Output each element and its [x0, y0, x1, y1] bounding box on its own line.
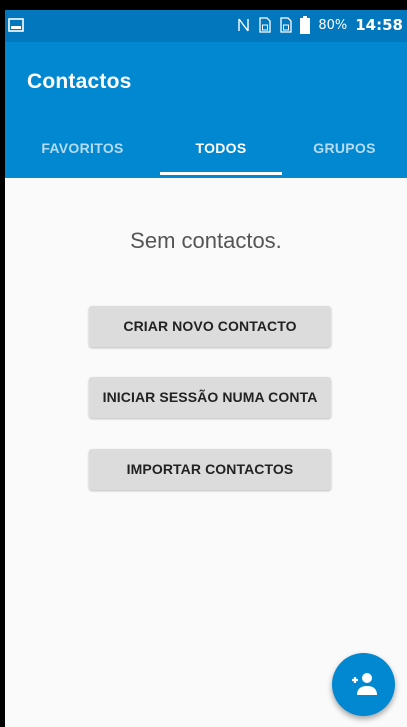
- image-icon: [8, 18, 24, 32]
- tab-favoritos[interactable]: FAVORITOS: [5, 120, 160, 178]
- page-title: Contactos: [27, 70, 132, 93]
- sim-icon: [280, 17, 292, 33]
- tab-grupos[interactable]: GRUPOS: [282, 120, 407, 178]
- tab-bar: FAVORITOS TODOS GRUPOS: [5, 120, 407, 178]
- tab-todos[interactable]: TODOS: [160, 120, 282, 178]
- empty-state-message: Sem contactos.: [130, 228, 282, 253]
- device-screen: 80% 14:58 Contactos FAVORITOS TODOS GRUP…: [5, 10, 407, 727]
- sign-in-account-button[interactable]: INICIAR SESSÃO NUMA CONTA: [89, 377, 331, 418]
- import-contacts-button[interactable]: IMPORTAR CONTACTOS: [89, 449, 331, 490]
- tab-indicator: [160, 172, 282, 175]
- nfc-icon: [238, 18, 250, 32]
- create-contact-button[interactable]: CRIAR NOVO CONTACTO: [89, 306, 331, 347]
- status-bar: 80% 14:58: [5, 10, 407, 42]
- app-bar: Contactos FAVORITOS TODOS GRUPOS: [5, 42, 407, 178]
- clock: 14:58: [355, 16, 403, 34]
- add-contact-fab[interactable]: [332, 653, 395, 716]
- battery-percentage: 80%: [318, 17, 348, 33]
- sim-icon: [259, 17, 271, 33]
- add-person-icon: [352, 673, 377, 695]
- battery-icon: [300, 16, 311, 34]
